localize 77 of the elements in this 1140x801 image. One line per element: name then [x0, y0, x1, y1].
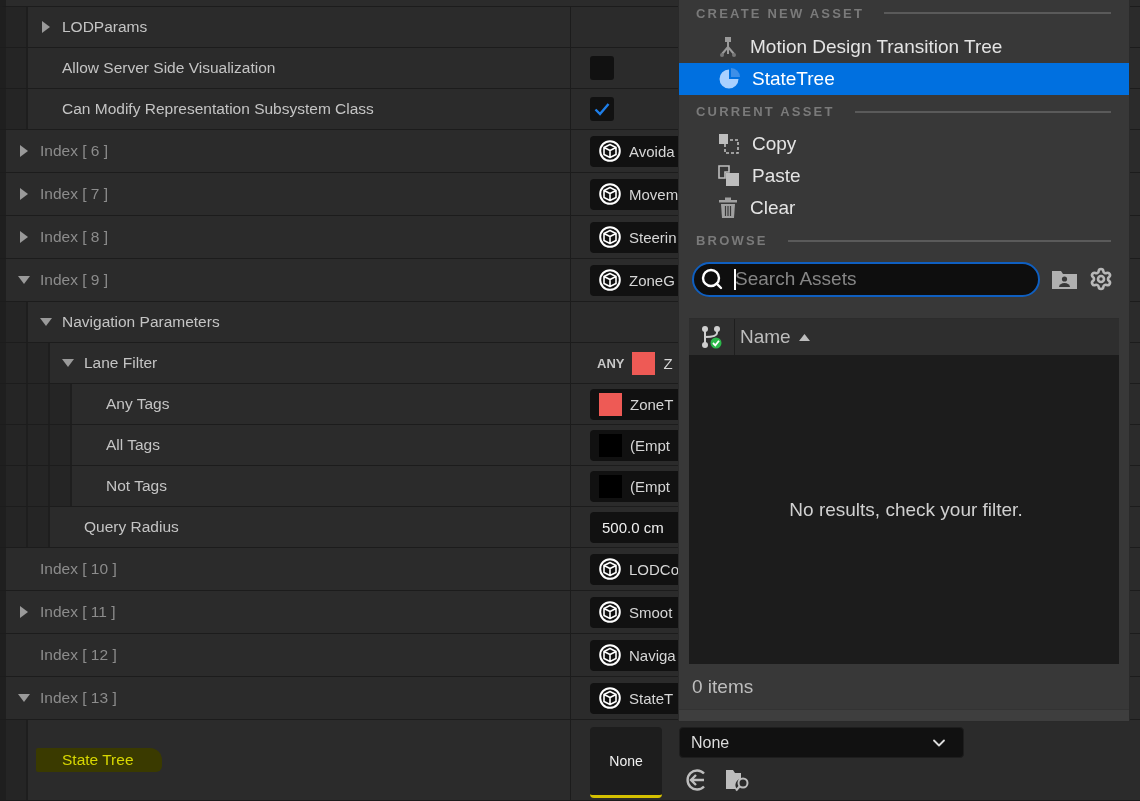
- property-label: All Tags: [106, 436, 160, 454]
- property-label: Index [ 8 ]: [40, 228, 109, 246]
- pie-chart-icon: [718, 68, 740, 90]
- property-label: Index [ 11 ]: [40, 603, 116, 621]
- collapsed-arrow-icon[interactable]: [18, 231, 30, 243]
- text-cursor: [734, 268, 736, 290]
- trash-icon: [718, 197, 738, 219]
- property-label: Not Tags: [106, 477, 167, 495]
- name-column-header[interactable]: Name: [735, 319, 810, 355]
- property-label: Index [ 13 ]: [40, 689, 117, 707]
- source-control-icon[interactable]: [700, 325, 723, 349]
- menu-item[interactable]: Copy: [679, 128, 1129, 160]
- asset-field[interactable]: Naviga: [590, 639, 678, 671]
- tag-field[interactable]: (Empt: [590, 429, 678, 461]
- cube-icon: [599, 269, 621, 291]
- property-label: Index [ 12 ]: [40, 646, 117, 664]
- expanded-arrow-icon[interactable]: [18, 274, 30, 286]
- expanded-arrow-icon[interactable]: [62, 357, 74, 369]
- property-label: Any Tags: [106, 395, 170, 413]
- checkbox[interactable]: [590, 56, 614, 80]
- expanded-arrow-icon[interactable]: [18, 692, 30, 704]
- asset-dropdown[interactable]: None: [679, 727, 964, 758]
- collapsed-arrow-icon[interactable]: [40, 21, 52, 33]
- property-label: Lane Filter: [84, 354, 158, 372]
- cube-icon: [599, 140, 621, 162]
- folder-search-icon[interactable]: [725, 768, 751, 792]
- cube-icon: [599, 601, 621, 623]
- expanded-arrow-icon[interactable]: [40, 316, 52, 328]
- asset-field[interactable]: StateT: [590, 682, 678, 714]
- menu-item[interactable]: StateTree: [679, 63, 1129, 95]
- asset-field[interactable]: Smoot: [590, 596, 678, 628]
- cube-icon: [599, 644, 621, 666]
- property-label: Allow Server Side Visualization: [62, 59, 276, 77]
- cube-icon: [599, 183, 621, 205]
- paste-icon: [718, 165, 740, 187]
- copy-icon: [718, 133, 740, 155]
- cube-icon: [599, 687, 621, 709]
- tag-field[interactable]: ZoneT: [590, 388, 678, 420]
- collapsed-arrow-icon[interactable]: [18, 145, 30, 157]
- tag-field[interactable]: (Empt: [590, 470, 678, 502]
- tree-node-icon: [718, 36, 738, 58]
- asset-thumbnail[interactable]: None: [590, 727, 662, 798]
- search-field[interactable]: Search Assets: [692, 261, 1040, 297]
- menu-item[interactable]: Paste: [679, 160, 1129, 192]
- tag-text: Z: [663, 354, 673, 372]
- property-label: Index [ 6 ]: [40, 142, 109, 160]
- empty-message: No results, check your filter.: [789, 498, 1023, 521]
- checkmark-icon: [594, 102, 610, 116]
- asset-field[interactable]: Avoida: [590, 135, 678, 167]
- menu-item[interactable]: Clear: [679, 192, 1129, 224]
- property-label: State Tree: [36, 748, 162, 772]
- item-count: 0 items: [692, 675, 754, 698]
- query-type: ANY: [597, 355, 625, 371]
- property-label: Can Modify Representation Subsystem Class: [62, 100, 374, 118]
- search-icon: [700, 266, 724, 291]
- section-title: CREATE NEW ASSET: [696, 5, 865, 21]
- folder-icon[interactable]: [1052, 269, 1077, 289]
- number-field[interactable]: 500.0 cm: [590, 511, 678, 543]
- asset-field[interactable]: ZoneG: [590, 264, 678, 296]
- asset-field[interactable]: Movem: [590, 178, 678, 210]
- property-label: Navigation Parameters: [62, 313, 220, 331]
- section-title: CURRENT ASSET: [696, 104, 835, 119]
- cube-icon: [599, 558, 621, 580]
- checkbox[interactable]: [590, 97, 614, 121]
- property-label: Query Radius: [84, 518, 179, 536]
- asset-field[interactable]: LODCo: [590, 553, 678, 585]
- collapsed-arrow-icon[interactable]: [18, 188, 30, 200]
- cube-icon: [599, 226, 621, 248]
- collapsed-arrow-icon[interactable]: [18, 606, 30, 618]
- asset-field[interactable]: Steerin: [590, 221, 678, 253]
- property-label: LODParams: [62, 18, 148, 36]
- property-label: Index [ 7 ]: [40, 185, 109, 203]
- section-title: BROWSE: [696, 233, 768, 248]
- settings-icon[interactable]: [1089, 267, 1113, 291]
- property-label: Index [ 10 ]: [40, 560, 117, 578]
- property-label: Index [ 9 ]: [40, 271, 109, 289]
- menu-item[interactable]: Motion Design Transition Tree: [679, 31, 1129, 63]
